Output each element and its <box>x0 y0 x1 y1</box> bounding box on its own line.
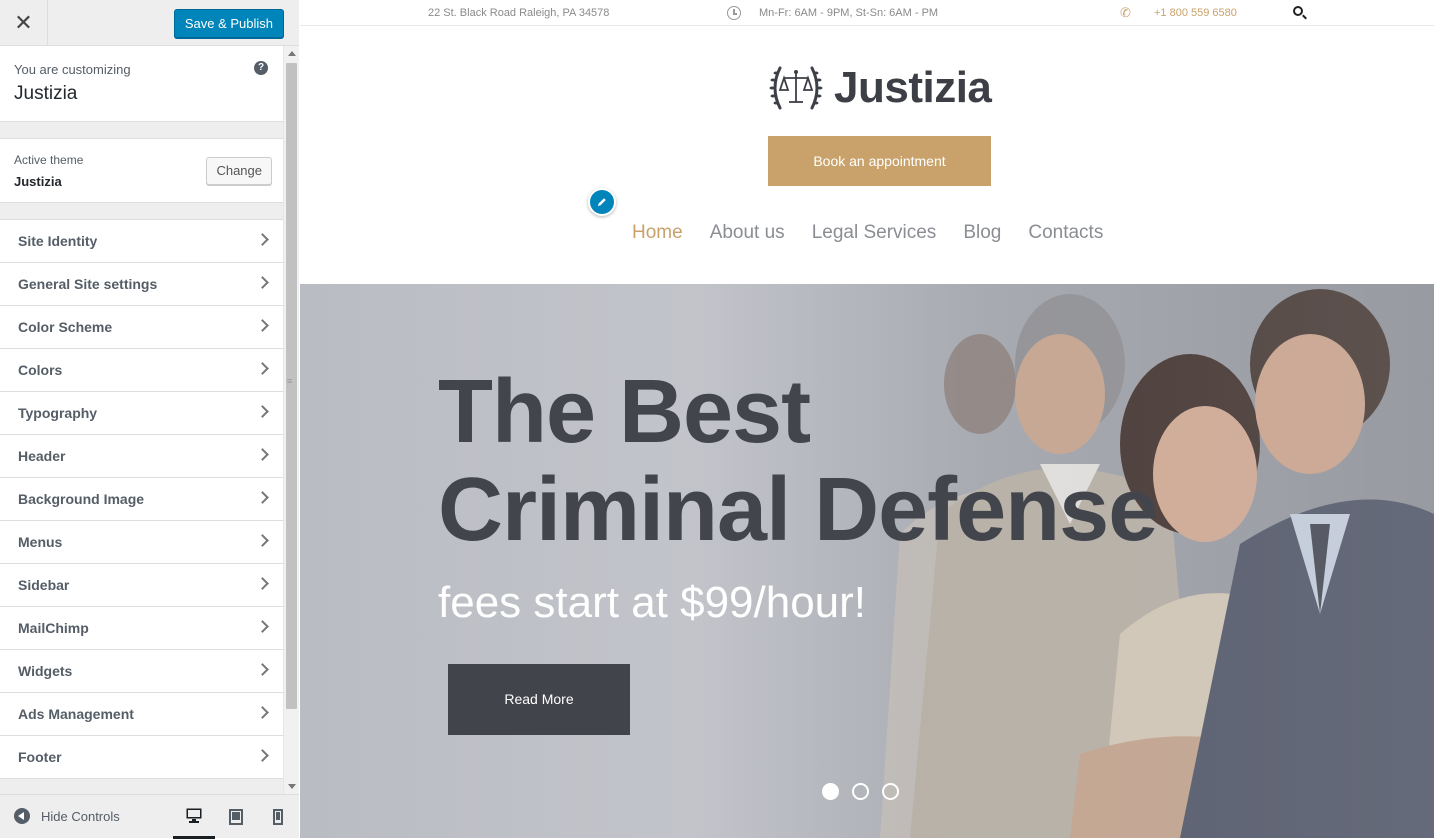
customizer-sidebar: ✕ Save & Publish You are customizing Jus… <box>0 0 299 839</box>
panel-label: Color Scheme <box>18 319 113 335</box>
edit-menu-shortcut[interactable] <box>588 188 616 216</box>
panel-color-scheme[interactable]: Color Scheme <box>0 306 283 349</box>
slide-dot-2[interactable] <box>852 783 869 800</box>
chevron-right-icon <box>256 362 269 375</box>
site-preview: 22 St. Black Road Raleigh, PA 34578 Mn-F… <box>300 0 1434 838</box>
slide-dot-3[interactable] <box>882 783 899 800</box>
panel-general-site-settings[interactable]: General Site settings <box>0 263 283 306</box>
customizing-label: You are customizing <box>14 62 131 77</box>
panel-list: Site Identity General Site settings Color … <box>0 219 283 779</box>
panel-mailchimp[interactable]: MailChimp <box>0 607 283 650</box>
nav-blog[interactable]: Blog <box>963 222 1001 244</box>
panel-label: Menus <box>18 534 63 550</box>
hero-title-line2: Criminal Defense <box>438 460 1158 560</box>
nav-contacts[interactable]: Contacts <box>1028 222 1103 244</box>
customizing-info: You are customizing Justizia ? <box>0 46 283 122</box>
scrollbar-thumb[interactable] <box>286 63 297 709</box>
panel-label: Colors <box>18 362 63 378</box>
chevron-right-icon <box>256 405 269 418</box>
chevron-right-icon <box>256 706 269 719</box>
panel-menus[interactable]: Menus <box>0 521 283 564</box>
change-theme-button[interactable]: Change <box>206 157 272 185</box>
desktop-icon <box>186 808 202 823</box>
address-text: 22 St. Black Road Raleigh, PA 34578 <box>428 7 610 19</box>
scroll-down-arrow[interactable] <box>288 784 296 789</box>
chevron-right-icon <box>256 491 269 504</box>
chevron-right-icon <box>256 663 269 676</box>
book-appointment-button[interactable]: Book an appointment <box>768 136 991 186</box>
customizer-footer: Hide Controls <box>0 794 299 839</box>
panel-site-identity[interactable]: Site Identity <box>0 220 283 263</box>
help-icon[interactable]: ? <box>254 61 268 75</box>
panel-colors[interactable]: Colors <box>0 349 283 392</box>
panel-typography[interactable]: Typography <box>0 392 283 435</box>
panel-footer[interactable]: Footer <box>0 736 283 779</box>
tablet-icon <box>229 809 243 825</box>
chevron-right-icon <box>256 534 269 547</box>
customizer-header: ✕ Save & Publish <box>0 0 299 46</box>
site-logo[interactable]: Justizia <box>766 58 992 118</box>
panel-header[interactable]: Header <box>0 435 283 478</box>
panel-label: MailChimp <box>18 620 89 636</box>
panel-label: Ads Management <box>18 706 134 722</box>
customizer-controls: You are customizing Justizia ? Active th… <box>0 46 283 794</box>
chevron-right-icon <box>256 577 269 590</box>
hide-controls-label: Hide Controls <box>41 808 120 824</box>
slide-dot-1[interactable] <box>822 783 839 800</box>
scroll-up-arrow[interactable] <box>288 51 296 56</box>
preview-tablet-button[interactable] <box>215 795 257 839</box>
hide-controls-button[interactable]: Hide Controls <box>14 808 120 824</box>
hours-text: Mn-Fr: 6AM - 9PM, St-Sn: 6AM - PM <box>759 7 939 19</box>
mobile-icon <box>273 809 283 825</box>
panel-label: Footer <box>18 749 62 765</box>
top-info-bar: 22 St. Black Road Raleigh, PA 34578 Mn-F… <box>300 0 1434 26</box>
close-customizer-button[interactable]: ✕ <box>0 0 48 46</box>
sidebar-scrollbar[interactable] <box>283 46 299 794</box>
hero-title-line1: The Best <box>438 362 811 462</box>
panel-label: General Site settings <box>18 276 158 292</box>
panel-label: Widgets <box>18 663 73 679</box>
chevron-right-icon <box>256 749 269 762</box>
panel-background-image[interactable]: Background Image <box>0 478 283 521</box>
preview-desktop-button[interactable] <box>173 795 215 839</box>
panel-widgets[interactable]: Widgets <box>0 650 283 693</box>
preview-mobile-button[interactable] <box>257 795 299 839</box>
active-theme-section: Active theme Justizia Change <box>0 138 283 203</box>
close-icon: ✕ <box>14 10 33 35</box>
nav-home[interactable]: Home <box>632 222 683 244</box>
chevron-right-icon <box>256 448 269 461</box>
panel-sidebar[interactable]: Sidebar <box>0 564 283 607</box>
panel-label: Header <box>18 448 66 464</box>
search-icon[interactable] <box>1293 6 1303 16</box>
panel-label: Site Identity <box>18 233 98 249</box>
hero-slider: The Best Criminal Defense fees start at … <box>300 284 1434 838</box>
phone-icon: ✆ <box>1120 5 1131 20</box>
nav-legal-services[interactable]: Legal Services <box>812 222 937 244</box>
read-more-button[interactable]: Read More <box>448 664 630 735</box>
collapse-icon <box>14 808 30 824</box>
chevron-right-icon <box>256 276 269 289</box>
panel-label: Background Image <box>18 491 145 507</box>
phone-text[interactable]: +1 800 559 6580 <box>1154 7 1237 19</box>
save-publish-button[interactable]: Save & Publish <box>173 9 284 38</box>
chevron-right-icon <box>256 319 269 332</box>
panel-ads-management[interactable]: Ads Management <box>0 693 283 736</box>
pencil-icon <box>598 198 606 206</box>
resize-handle[interactable]: ≡ <box>287 377 292 386</box>
main-navigation: Home About us Legal Services Blog Contacts <box>632 222 1130 244</box>
clock-icon <box>727 6 741 20</box>
panel-label: Sidebar <box>18 577 70 593</box>
logo-text: Justizia <box>834 63 992 112</box>
scales-of-justice-icon <box>769 66 823 110</box>
site-title: Justizia <box>14 83 78 104</box>
nav-about-us[interactable]: About us <box>710 222 785 244</box>
hero-subtitle: fees start at $99/hour! <box>438 578 867 627</box>
chevron-right-icon <box>256 233 269 246</box>
chevron-right-icon <box>256 620 269 633</box>
panel-label: Typography <box>18 405 98 421</box>
slider-pagination <box>822 783 912 800</box>
